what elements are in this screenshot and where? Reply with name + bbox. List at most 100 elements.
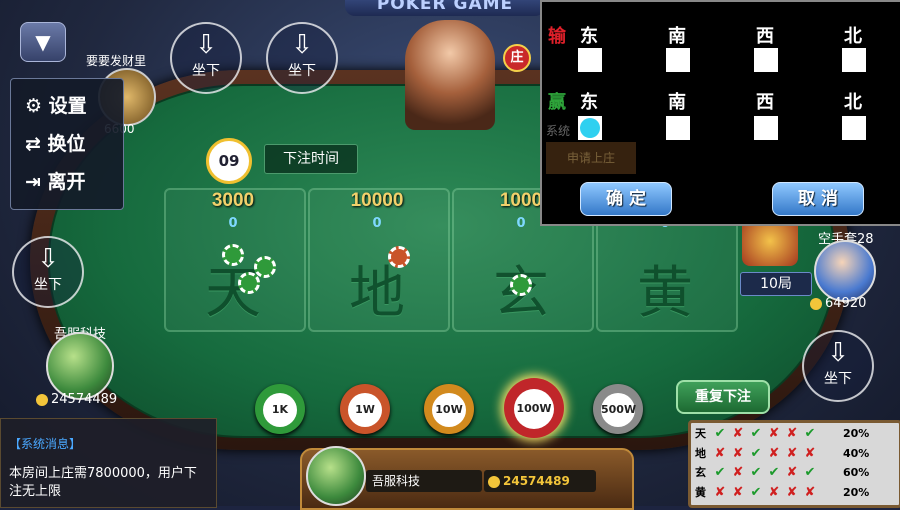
coin-icon [488,475,500,488]
check-icon: ✔ [804,465,816,480]
lose-dir-east: 东 [580,26,598,47]
stats-row: 天 ✔ ✘ ✔ ✘ ✘ ✔ 20% [695,425,895,444]
dealer-avatar [405,20,495,130]
stats-row-label: 天 [695,427,706,440]
cross-icon: ✘ [732,484,744,500]
stats-row: 玄 ✔ ✘ ✔ ✔ ✘ ✔ 60% [695,464,895,483]
sit-label: 坐下 [288,63,316,79]
sit-label: 坐下 [192,63,220,79]
zone-amount-tian: 3000 [211,190,255,211]
repeat-bet-button[interactable]: 重复下注 [676,380,770,414]
gear-icon: ⚙ [25,95,43,117]
countdown-timer: 09 [206,138,252,184]
menu-settings-label: 设置 [48,95,87,117]
cross-icon: ✘ [768,445,780,461]
stats-row-label: 玄 [695,466,706,479]
stats-row: 黄 ✘ ✘ ✔ ✘ ✘ ✘ 20% [695,484,895,503]
cross-icon: ✘ [714,445,726,461]
coin-icon [36,393,48,406]
lose-label: 输 [548,26,566,47]
chevron-down-icon: ▼ [35,30,51,54]
arrow-down-icon: ⇩ [37,244,59,274]
check-icon: ✔ [804,426,816,441]
win-dir-north: 北 [844,92,862,113]
zone-bet-di: 0 [372,216,382,231]
stats-row-percent: 60% [843,466,870,479]
stats-row: 地 ✘ ✘ ✔ ✘ ✘ ✘ 40% [695,445,895,464]
lose-dir-south: 南 [668,26,686,47]
side-menu: ⚙ 设置 ⇄ 换位 ⇥ 离开 [10,78,124,210]
chip-label: 500W [601,393,636,427]
exit-icon: ⇥ [25,171,41,193]
win-lose-panel: 申请上庄 系统 输 赢 东 南 西 北 东 南 西 北 确 定 取 消 [540,0,900,226]
lose-checkbox-west[interactable] [754,48,778,72]
sit-down-button-2[interactable]: ⇩ 坐下 [266,22,338,94]
lose-checkbox-east[interactable] [578,48,602,72]
radio-selected-icon [580,118,600,138]
win-checkbox-north[interactable] [842,116,866,140]
chip-1w[interactable]: 1W [340,384,390,434]
table-chip [388,246,410,268]
chip-10w[interactable]: 10W [424,384,474,434]
win-checkbox-west[interactable] [754,116,778,140]
cross-icon: ✘ [714,484,726,500]
win-checkbox-south[interactable] [666,116,690,140]
coins-left: 24574489 [36,392,117,407]
history-stats: 天 ✔ ✘ ✔ ✘ ✘ ✔ 20% 地 ✘ ✘ ✔ ✘ ✘ ✘ 40% 玄 ✔ ✘ ✔ ✔ ✘ ✔ 60% 黄 ✘ ✘ ✔ ✘ ✘ ✘ 20% [688,420,900,508]
menu-settings[interactable]: ⚙ 设置 [25,91,87,118]
stats-row-percent: 20% [843,485,870,499]
confirm-button[interactable]: 确 定 [580,182,672,216]
chip-100w-selected[interactable]: 100W [504,378,564,438]
cross-icon: ✘ [768,484,780,500]
dealer-badge: 庄 [503,44,531,72]
chip-1k[interactable]: 1K [255,384,305,434]
self-coins-value: 24574489 [503,474,570,488]
cross-icon: ✘ [768,426,780,441]
avatar-left [46,332,114,400]
sit-label: 坐下 [824,371,852,387]
player-name-top-left: 要要发财里 [86,54,147,68]
check-icon: ✔ [768,465,780,480]
coin-icon [810,297,822,310]
menu-swap-seat[interactable]: ⇄ 换位 [25,129,86,156]
menu-leave[interactable]: ⇥ 离开 [25,167,86,194]
game-banner: POKER GAME [345,0,545,16]
avatar-right [814,240,876,302]
win-dir-east: 东 [580,92,598,113]
check-icon: ✔ [750,426,762,441]
bg-sys-label: 系统 [546,124,571,138]
cancel-button[interactable]: 取 消 [772,182,864,216]
cross-icon: ✘ [804,484,816,500]
lose-checkbox-north[interactable] [842,48,866,72]
win-dir-south: 南 [668,92,686,113]
sit-down-button-1[interactable]: ⇩ 坐下 [170,22,242,94]
table-chip [254,256,276,278]
system-message-body: 本房间上庄需7800000，用户下注无上限 [9,466,197,499]
chip-500w[interactable]: 500W [593,384,643,434]
coins-right: 64920 [810,296,866,311]
table-chip [510,274,532,296]
timer-label: 下注时间 [264,144,358,174]
menu-toggle-button[interactable]: ▼ [20,22,66,62]
cross-icon: ✘ [804,445,816,461]
sit-label: 坐下 [34,277,62,293]
chip-label: 10W [432,393,466,427]
win-label: 赢 [548,92,566,113]
check-icon: ✔ [714,426,726,441]
lose-dir-west: 西 [756,26,774,47]
zone-char-huang: 黄 [637,261,693,326]
self-avatar [306,446,366,506]
lose-checkbox-south[interactable] [666,48,690,72]
sit-down-button-4[interactable]: ⇩ 坐下 [802,330,874,402]
check-icon: ✔ [714,465,726,480]
cross-icon: ✘ [786,484,798,500]
system-message-box: 【系统消息】 本房间上庄需7800000，用户下注无上限 [0,418,217,508]
table-chip [238,272,260,294]
menu-swap-label: 换位 [47,133,86,155]
sit-down-button-3[interactable]: ⇩ 坐下 [12,236,84,308]
cross-icon: ✘ [732,445,744,461]
menu-leave-label: 离开 [47,171,86,193]
check-icon: ✔ [750,465,762,480]
win-checkbox-east[interactable] [578,116,602,140]
arrow-down-icon: ⇩ [291,30,313,60]
